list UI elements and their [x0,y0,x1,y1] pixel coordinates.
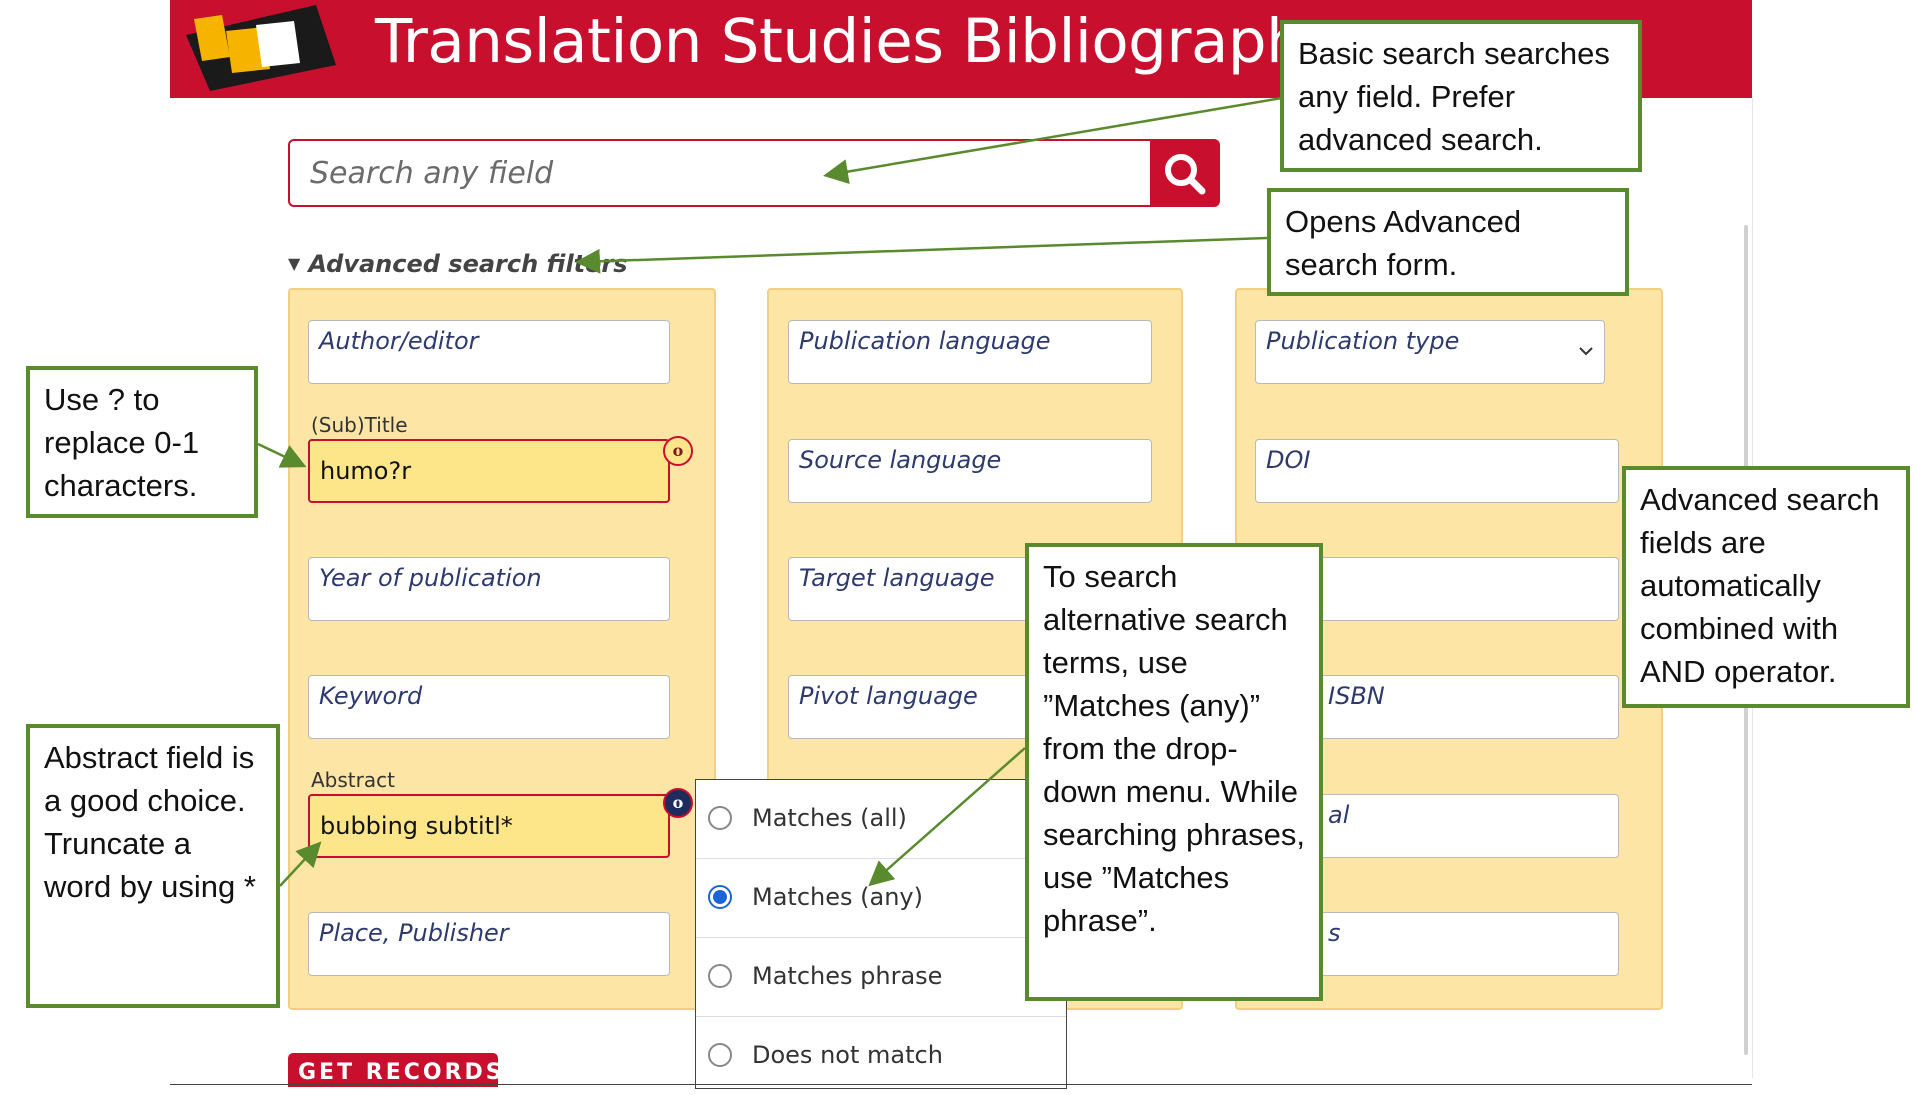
field-placeholder: Author/editor [319,327,479,355]
operator-badge[interactable]: o [663,788,693,818]
radio-button[interactable] [708,964,732,988]
subtitle-label: (Sub)Title [311,413,408,437]
callout-basic-search: Basic search searches any field. Prefer … [1280,20,1642,172]
publication-language-field[interactable]: Publication language [788,320,1152,384]
site-logo[interactable] [186,5,342,91]
source-language-field[interactable]: Source language [788,439,1152,503]
callout-opens-advanced: Opens Advanced search form. [1267,188,1629,296]
callout-wildcard: Use ? to replace 0-1 characters. [26,366,258,518]
author-editor-field[interactable]: Author/editor [308,320,670,384]
search-icon [1165,154,1206,195]
field-placeholder: Year of publication [319,564,542,592]
get-records-button[interactable]: GET RECORDS [288,1053,502,1087]
bottom-divider [170,1084,1752,1085]
triangle-down-icon: ▼ [288,254,301,273]
field-placeholder: ISBN [1328,682,1385,710]
callout-and-operator: Advanced search fields are automatically… [1622,466,1910,708]
field-placeholder: Keyword [319,682,423,710]
year-field[interactable]: Year of publication [308,557,670,621]
field-placeholder: Pivot language [799,682,978,710]
field-placeholder: Publication language [799,327,1051,355]
field-placeholder: Publication type [1266,327,1460,355]
abstract-field[interactable]: bubbing subtitl* [308,794,670,858]
search-input[interactable] [310,141,1110,205]
radio-button[interactable] [708,806,732,830]
option-label: Matches (any) [752,883,923,911]
doi-field[interactable]: DOI [1255,439,1619,503]
callout-abstract: Abstract field is a good choice. Truncat… [26,724,280,1008]
field-value: humo?r [320,457,412,485]
site-title[interactable]: Translation Studies Bibliography [375,6,1340,77]
advanced-search-toggle[interactable]: ▼ Advanced search filters [288,250,628,278]
chevron-down-icon [1579,347,1593,356]
place-publisher-field[interactable]: Place, Publisher [308,912,670,976]
radio-button[interactable] [708,1043,732,1067]
arrow-opens-advanced [575,236,1268,274]
filter-panel-1 [288,288,716,1010]
field-placeholder: Target language [799,564,995,592]
keyword-field[interactable]: Keyword [308,675,670,739]
field-placeholder: Place, Publisher [319,919,509,947]
field-placeholder: al [1328,801,1350,829]
abstract-label: Abstract [311,768,395,792]
field-placeholder: s [1328,919,1341,947]
operator-badge[interactable]: o [663,436,693,466]
callout-alternatives: To search alternative search terms, use … [1025,543,1323,1001]
menu-option-matches-phrase[interactable]: Matches phrase [696,938,1066,1017]
search-button[interactable] [1150,139,1220,207]
option-label: Does not match [752,1041,943,1069]
field-placeholder: DOI [1266,446,1311,474]
field-placeholder: Source language [799,446,1002,474]
menu-option-matches-any[interactable]: Matches (any) [696,859,1066,938]
option-label: Matches phrase [752,962,943,990]
match-operator-menu: Matches (all) Matches (any) Matches phra… [695,779,1067,1089]
radio-button-selected[interactable] [708,885,732,909]
field-value: bubbing subtitl* [320,812,513,840]
publication-type-select[interactable]: Publication type [1255,320,1605,384]
option-label: Matches (all) [752,804,907,832]
menu-option-matches-all[interactable]: Matches (all) [696,780,1066,859]
advanced-search-label: Advanced search filters [308,250,628,278]
subtitle-field[interactable]: humo?r [308,439,670,503]
search-box [288,139,1152,207]
